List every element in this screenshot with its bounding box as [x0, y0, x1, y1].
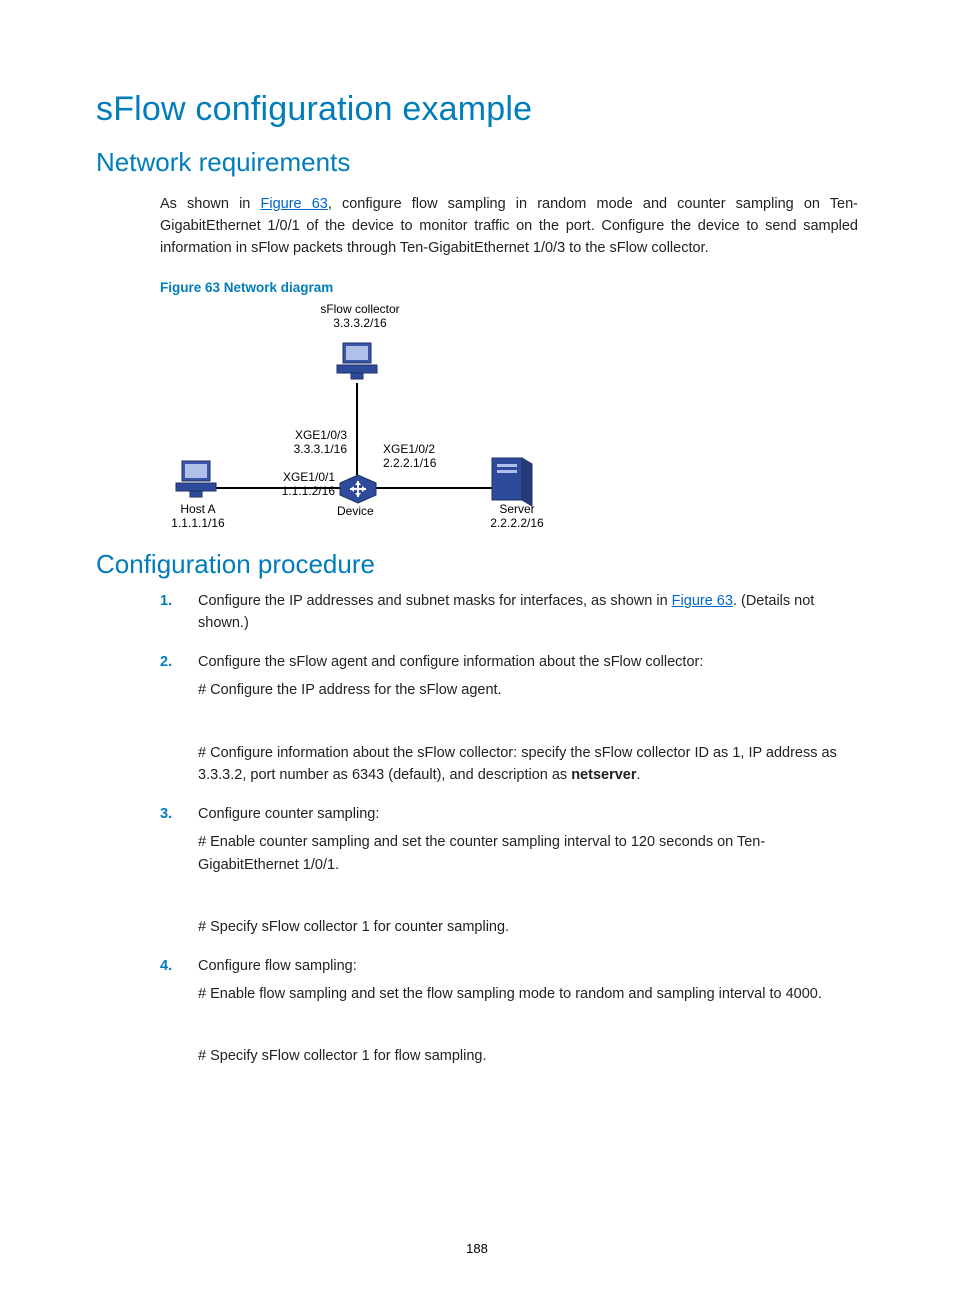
diagram-label-xge1: XGE1/0/1 1.1.1.2/16 [265, 471, 335, 499]
step-lead: Configure the sFlow agent and configure … [198, 654, 703, 670]
diagram-label-xge3: XGE1/0/3 3.3.3.1/16 [277, 429, 347, 457]
step-4: 4. Configure flow sampling: # Enable flo… [160, 955, 858, 1068]
step-subtext: # Enable flow sampling and set the flow … [198, 983, 858, 1005]
text: 3.3.3.2/16 [333, 316, 386, 330]
text: XGE1/0/2 [383, 442, 435, 456]
diagram-label-collector: sFlow collector 3.3.3.2/16 [310, 303, 410, 331]
section-heading-configuration-procedure: Configuration procedure [96, 549, 858, 580]
network-requirements-body: As shown in Figure 63, configure flow sa… [160, 193, 858, 533]
steps-list: 1. Configure the IP addresses and subnet… [160, 590, 858, 1068]
figure-link[interactable]: Figure 63 [260, 196, 327, 212]
text: Configure the IP addresses and subnet ma… [198, 593, 672, 609]
step-number: 4. [160, 955, 172, 977]
step-number: 3. [160, 803, 172, 825]
diagram-label-device: Device [337, 505, 374, 519]
step-number: 2. [160, 651, 172, 673]
text: Server [499, 502, 534, 516]
step-lead: Configure counter sampling: [198, 806, 379, 822]
text: XGE1/0/3 [295, 428, 347, 442]
diagram-label-host-a: Host A 1.1.1.1/16 [168, 503, 228, 531]
network-requirements-paragraph: As shown in Figure 63, configure flow sa… [160, 193, 858, 260]
text: XGE1/0/1 [283, 470, 335, 484]
text: As shown in [160, 196, 260, 212]
page-number: 188 [0, 1241, 954, 1256]
text: . [637, 767, 641, 783]
step-1: 1. Configure the IP addresses and subnet… [160, 590, 858, 635]
step-lead: Configure flow sampling: [198, 958, 357, 974]
text: 1.1.1.2/16 [282, 484, 335, 498]
diagram-label-xge2: XGE1/0/2 2.2.2.1/16 [383, 443, 436, 471]
step-number: 1. [160, 590, 172, 612]
network-diagram: sFlow collector 3.3.3.2/16 XGE1/0/3 3.3.… [160, 303, 580, 533]
text: sFlow collector [320, 302, 399, 316]
step-subtext: # Specify sFlow collector 1 for counter … [198, 916, 858, 938]
text: 2.2.2.1/16 [383, 456, 436, 470]
diagram-label-server: Server 2.2.2.2/16 [482, 503, 552, 531]
figure-caption: Figure 63 Network diagram [160, 278, 858, 299]
step-subtext: # Enable counter sampling and set the co… [198, 831, 858, 876]
configuration-procedure-body: 1. Configure the IP addresses and subnet… [160, 590, 858, 1068]
text: 2.2.2.2/16 [490, 516, 543, 530]
step-subtext: # Specify sFlow collector 1 for flow sam… [198, 1045, 858, 1067]
step-2: 2. Configure the sFlow agent and configu… [160, 651, 858, 787]
section-heading-network-requirements: Network requirements [96, 147, 858, 178]
text-bold: netserver [571, 767, 636, 783]
step-3: 3. Configure counter sampling: # Enable … [160, 803, 858, 939]
text: 1.1.1.1/16 [171, 516, 224, 530]
document-page: sFlow configuration example Network requ… [0, 0, 954, 1144]
step-subtext: # Configure information about the sFlow … [198, 742, 858, 787]
page-title: sFlow configuration example [96, 90, 858, 129]
network-diagram-svg [160, 303, 580, 533]
text: # Configure information about the sFlow … [198, 745, 837, 783]
figure-link[interactable]: Figure 63 [672, 593, 733, 609]
text: Host A [180, 502, 215, 516]
text: 3.3.3.1/16 [294, 442, 347, 456]
step-subtext: # Configure the IP address for the sFlow… [198, 679, 858, 701]
